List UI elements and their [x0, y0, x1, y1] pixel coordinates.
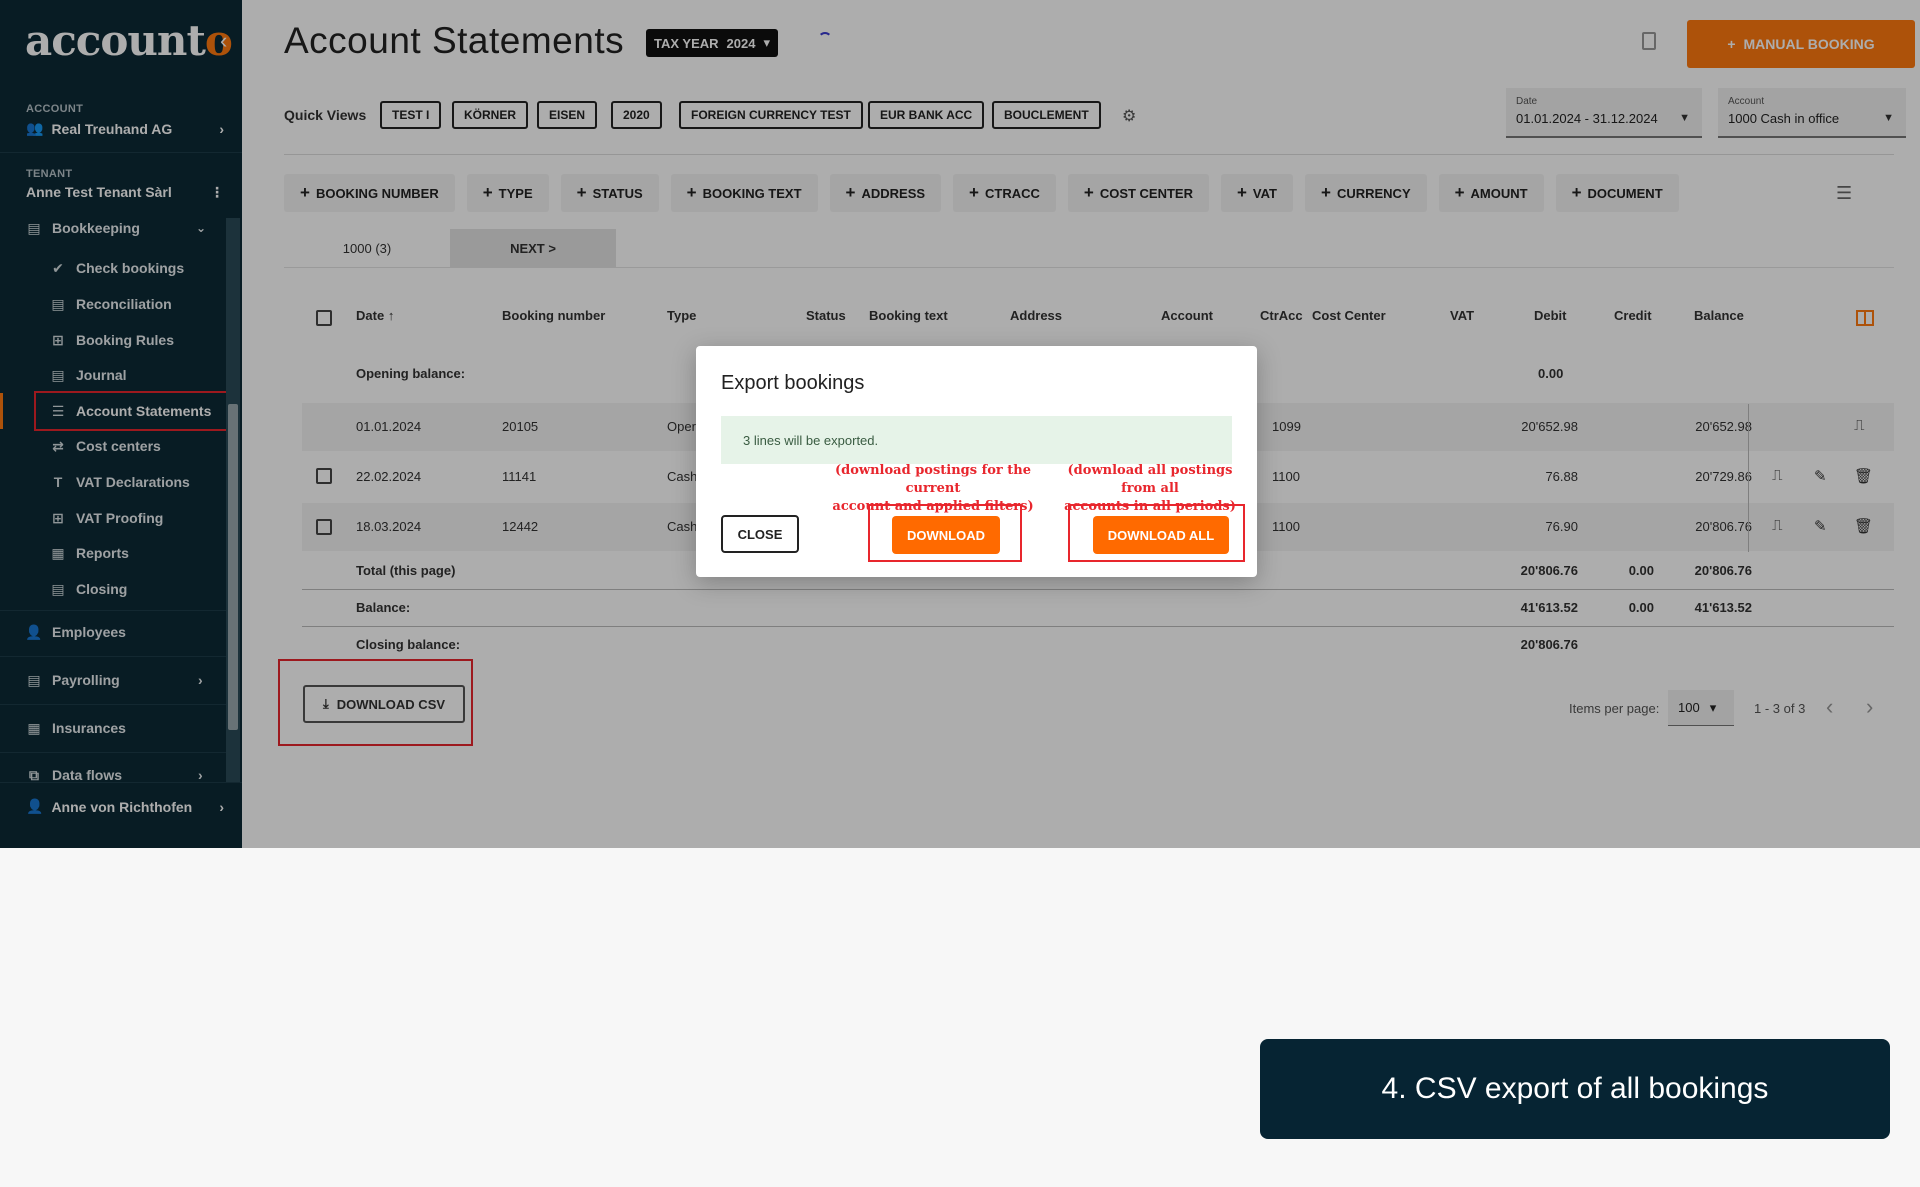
download-button[interactable]: DOWNLOAD	[892, 516, 1000, 554]
close-button[interactable]: CLOSE	[721, 515, 799, 553]
app-window: accounto ‹ ACCOUNT 👥 Real Treuhand AG › …	[0, 0, 1920, 848]
dialog-title: Export bookings	[721, 372, 865, 394]
download-all-button[interactable]: DOWNLOAD ALL	[1093, 516, 1229, 554]
export-info-message: 3 lines will be exported.	[721, 416, 1232, 464]
export-bookings-dialog: Export bookings 3 lines will be exported…	[696, 346, 1257, 577]
step-caption: 4. CSV export of all bookings	[1260, 1039, 1890, 1139]
